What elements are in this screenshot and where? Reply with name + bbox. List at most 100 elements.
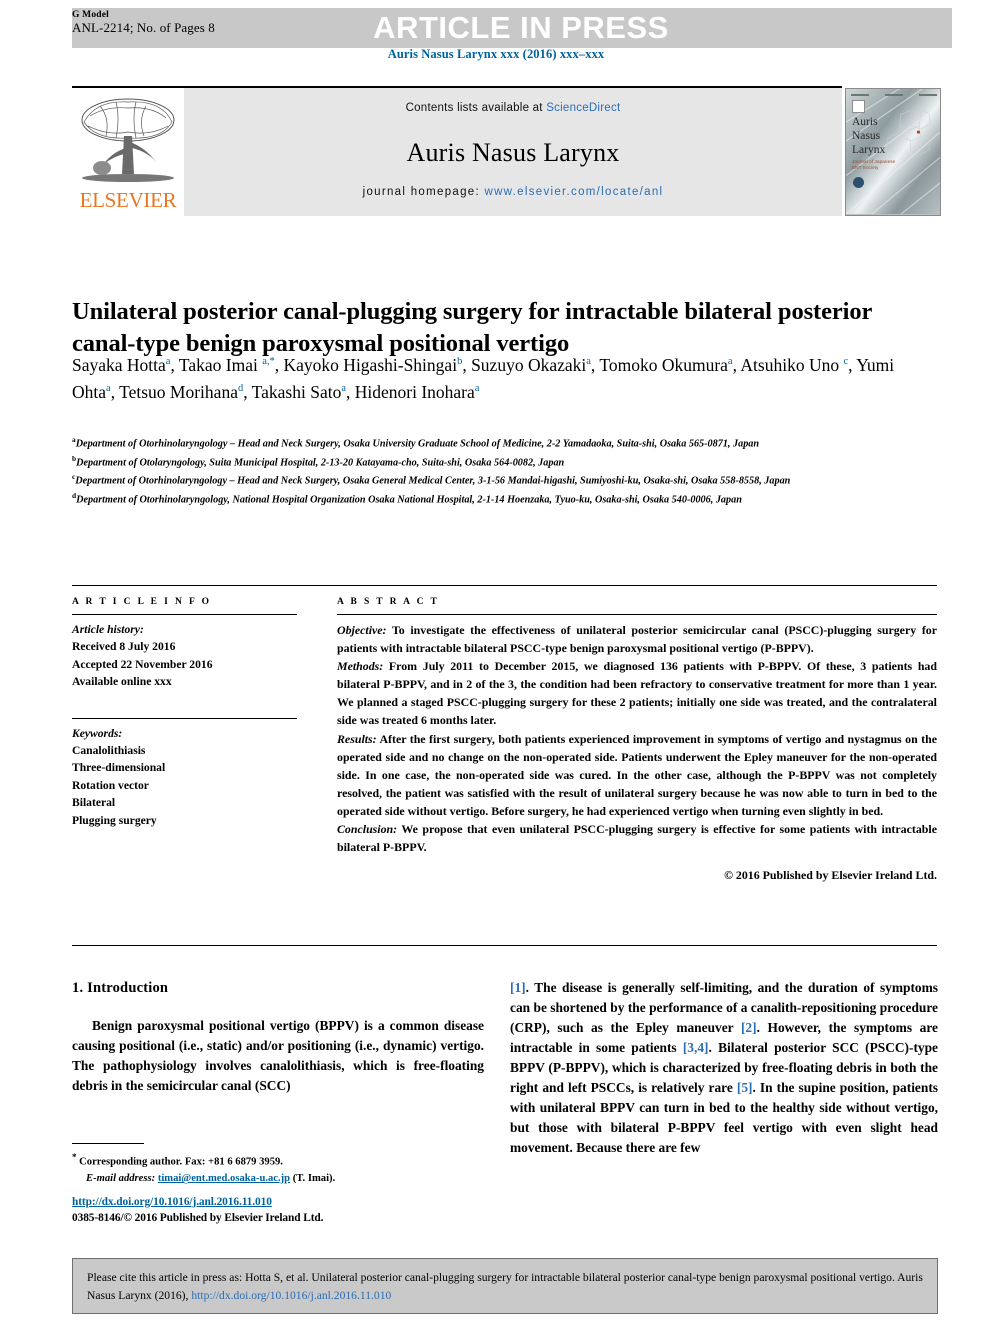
keyword-item: Plugging surgery bbox=[72, 813, 157, 827]
author-affiliation-marker: a bbox=[586, 356, 591, 368]
abstract-column: A B S T R A C T Objective: To investigat… bbox=[337, 597, 937, 883]
email-link[interactable]: timai@ent.med.osaka-u.ac.jp bbox=[158, 1173, 290, 1184]
elsevier-wordmark: ELSEVIER bbox=[79, 188, 177, 212]
cover-title-line-3: Larynx bbox=[852, 144, 886, 157]
abstract-copyright: © 2016 Published by Elsevier Ireland Ltd… bbox=[724, 868, 937, 883]
abstract-section-text: We propose that even unilateral PSCC-plu… bbox=[337, 822, 937, 855]
abstract-section: Conclusion: We propose that even unilate… bbox=[337, 820, 937, 856]
abstract-body: Objective: To investigate the effectiven… bbox=[337, 621, 937, 856]
author-affiliation-marker: a bbox=[106, 383, 111, 395]
citation-link[interactable]: [1] bbox=[510, 980, 526, 995]
email-label: E-mail address: bbox=[86, 1173, 156, 1185]
author-affiliation-marker: b bbox=[457, 356, 463, 368]
intro-paragraph-right: [1]. The disease is generally self-limit… bbox=[510, 978, 938, 1158]
article-info-column: A R T I C L E I N F O Article history: R… bbox=[72, 597, 297, 829]
abstract-section-heading: Results: bbox=[337, 731, 377, 746]
section-heading-introduction: 1. Introduction bbox=[72, 980, 169, 996]
affiliation-item: aDepartment of Otorhinolaryngology – Hea… bbox=[72, 434, 922, 453]
doi-link[interactable]: http://dx.doi.org/10.1016/j.anl.2016.11.… bbox=[72, 1196, 272, 1208]
journal-title: Auris Nasus Larynx bbox=[406, 138, 620, 167]
affiliation-item: bDepartment of Otolaryngology, Suita Mun… bbox=[72, 453, 922, 472]
page-title: Unilateral posterior canal-plugging surg… bbox=[72, 298, 872, 358]
abstract-section-text: To investigate the effectiveness of unil… bbox=[337, 623, 937, 656]
article-info-label: A R T I C L E I N F O bbox=[72, 597, 212, 607]
affiliation-text: Department of Otorhinolaryngology – Head… bbox=[75, 438, 760, 450]
cite-doi-link[interactable]: http://dx.doi.org/10.1016/j.anl.2016.11.… bbox=[191, 1289, 391, 1302]
abstract-section-text: After the first surgery, both patients e… bbox=[337, 731, 937, 818]
keywords-divider bbox=[72, 717, 297, 719]
cover-subtitle: Journal of Japanese ENT Society bbox=[852, 159, 896, 170]
author-affiliation-marker: d bbox=[237, 383, 244, 395]
article-history-heading: Article history: bbox=[72, 623, 144, 636]
cover-title-line-2: Nasus bbox=[852, 130, 881, 143]
abstract-section-text: From July 2011 to December 2015, we diag… bbox=[337, 659, 937, 728]
author-name: Sayaka Hotta bbox=[72, 355, 166, 375]
keyword-item: Bilateral bbox=[72, 796, 116, 810]
abstract-label: A B S T R A C T bbox=[337, 597, 440, 607]
affiliation-list: aDepartment of Otorhinolaryngology – Hea… bbox=[72, 434, 922, 508]
journal-homepage-line: journal homepage: www.elsevier.com/locat… bbox=[184, 186, 842, 198]
keyword-item: Canalolithiasis bbox=[72, 743, 146, 757]
author-list: Sayaka Hottaa, Takao Imai a,*, Kayoko Hi… bbox=[72, 355, 895, 403]
cite-this-article-box: Please cite this article in press as: Ho… bbox=[72, 1258, 938, 1314]
article-history-accepted: Accepted 22 November 2016 bbox=[72, 657, 213, 671]
abstract-section-heading: Objective: bbox=[337, 623, 387, 637]
body-top-rule bbox=[72, 945, 937, 946]
contents-lists-line: Contents lists available at ScienceDirec… bbox=[184, 102, 842, 114]
elsevier-logo: ELSEVIER bbox=[72, 88, 184, 216]
affiliation-text: Department of Otolaryngology, Suita Muni… bbox=[76, 456, 565, 468]
author-name: Takao Imai bbox=[178, 355, 263, 375]
author-affiliation-marker: a bbox=[727, 356, 733, 368]
citation-link[interactable]: [3,4] bbox=[683, 1040, 709, 1055]
body-column-left: Benign paroxysmal positional vertigo (BP… bbox=[72, 1016, 484, 1096]
cover-title-line-1: Auris bbox=[852, 116, 878, 128]
footnote-block: * Corresponding author. Fax: +81 6 6879 … bbox=[72, 1150, 492, 1188]
article-in-press-text: ARTICLE IN PRESS bbox=[373, 10, 669, 45]
author-name: Kayoko Higashi-Shingai bbox=[283, 355, 458, 375]
author-affiliation-marker: a bbox=[474, 383, 480, 395]
affiliation-text: Department of Otorhinolaryngology – Head… bbox=[75, 475, 791, 487]
info-abstract-top-rule bbox=[72, 585, 937, 586]
body-column-right: [1]. The disease is generally self-limit… bbox=[510, 978, 938, 1158]
article-info-divider bbox=[72, 614, 297, 615]
cover-seal-icon bbox=[853, 177, 864, 188]
keywords-heading: Keywords: bbox=[72, 726, 123, 740]
author-name: Suzuyo Okazaki bbox=[471, 355, 587, 375]
author-name: Atsuhiko Uno bbox=[740, 355, 844, 375]
cover-title: Auris Nasus Larynx bbox=[852, 115, 885, 157]
footnote-rule bbox=[72, 1143, 144, 1144]
abstract-divider bbox=[337, 614, 937, 615]
cover-publisher-mark-icon bbox=[852, 100, 865, 113]
author-affiliation-marker: c bbox=[843, 356, 849, 368]
cite-this-article-text: Please cite this article in press as: Ho… bbox=[87, 1269, 925, 1305]
keyword-item: Rotation vector bbox=[72, 778, 149, 792]
abstract-section: Methods: From July 2011 to December 2015… bbox=[337, 657, 937, 729]
elsevier-tree-icon bbox=[81, 98, 175, 182]
keyword-item: Three-dimensional bbox=[72, 761, 166, 775]
citation-link[interactable]: [5] bbox=[737, 1080, 753, 1095]
journal-cover-thumbnail: Auris Nasus Larynx Journal of Japanese EN… bbox=[845, 88, 941, 216]
author-affiliation-marker: a bbox=[341, 383, 346, 395]
affiliation-item: cDepartment of Otorhinolaryngology – Hea… bbox=[72, 471, 922, 490]
email-suffix: (T. Imai). bbox=[290, 1173, 336, 1185]
author-affiliation-marker: a,* bbox=[262, 356, 275, 368]
abstract-section: Objective: To investigate the effectiven… bbox=[337, 621, 937, 657]
abstract-section-heading: Conclusion: bbox=[337, 822, 398, 837]
contents-prefix: Contents lists available at bbox=[405, 102, 547, 114]
issn-copyright-line: 0385-8146/© 2016 Published by Elsevier I… bbox=[72, 1212, 324, 1224]
intro-paragraph-left: Benign paroxysmal positional vertigo (BP… bbox=[72, 1018, 484, 1093]
cover-top-ticks bbox=[851, 94, 937, 96]
homepage-url-link[interactable]: www.elsevier.com/locate/anl bbox=[484, 186, 663, 198]
abstract-section: Results: After the first surgery, both p… bbox=[337, 730, 937, 820]
abstract-section-heading: Methods: bbox=[337, 659, 384, 674]
affiliation-text: Department of Otorhinolaryngology, Natio… bbox=[76, 493, 742, 505]
journal-reference-line: Auris Nasus Larynx xxx (2016) xxx–xxx bbox=[387, 47, 605, 61]
citation-link[interactable]: [2] bbox=[741, 1020, 757, 1035]
masthead-panel: Contents lists available at ScienceDirec… bbox=[184, 88, 842, 216]
email-note: E-mail address: timai@ent.med.osaka-u.ac… bbox=[72, 1171, 492, 1188]
sciencedirect-link[interactable]: ScienceDirect bbox=[546, 102, 620, 114]
author-affiliation-marker: a bbox=[165, 356, 171, 368]
masthead: Contents lists available at ScienceDirec… bbox=[72, 88, 842, 216]
homepage-prefix: journal homepage: bbox=[362, 186, 485, 198]
